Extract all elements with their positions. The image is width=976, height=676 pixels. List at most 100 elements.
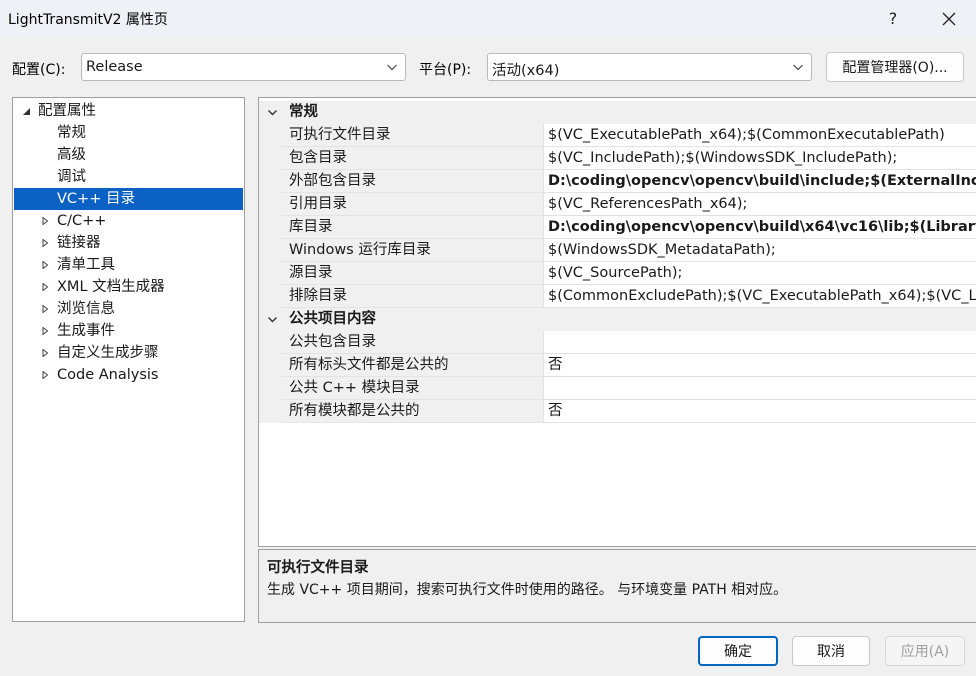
- property-name: 所有模块都是公共的: [281, 400, 543, 423]
- expand-arrow-icon[interactable]: [39, 254, 51, 276]
- tree-item-label: 清单工具: [57, 257, 115, 273]
- property-row[interactable]: 包含目录 $(VC_IncludePath);$(WindowsSDK_Inclu…: [259, 147, 976, 170]
- cancel-button[interactable]: 取消: [792, 636, 870, 666]
- expand-arrow-icon[interactable]: [39, 232, 51, 254]
- property-value[interactable]: $(CommonExcludePath);$(VC_ExecutablePath…: [543, 285, 976, 308]
- property-row[interactable]: 外部包含目录 D:\coding\opencv\opencv\build\incl…: [259, 170, 976, 193]
- row-gutter: [259, 124, 281, 147]
- apply-button[interactable]: 应用(A): [885, 636, 965, 666]
- title-bar: LightTransmitV2 属性页 ?: [0, 0, 976, 37]
- property-value[interactable]: 否: [543, 400, 976, 423]
- row-gutter: [259, 262, 281, 285]
- property-name: 引用目录: [281, 193, 543, 216]
- property-value[interactable]: $(WindowsSDK_MetadataPath);: [543, 239, 976, 262]
- tree-item-label: Code Analysis: [57, 367, 159, 383]
- expand-arrow-icon[interactable]: [39, 342, 51, 364]
- platform-label: 平台(P):: [419, 62, 472, 78]
- category-row[interactable]: 公共项目内容: [259, 308, 976, 331]
- description-title: 可执行文件目录: [267, 560, 369, 576]
- property-name: 公共 C++ 模块目录: [281, 377, 543, 400]
- collapse-chevron-icon[interactable]: [265, 308, 279, 331]
- tree-item-label: 调试: [57, 169, 86, 185]
- close-button[interactable]: [926, 0, 972, 37]
- property-row[interactable]: 所有标头文件都是公共的否: [259, 354, 976, 377]
- expand-arrow-icon[interactable]: [39, 210, 51, 232]
- row-gutter: [259, 400, 281, 423]
- property-row[interactable]: 所有模块都是公共的否: [259, 400, 976, 423]
- property-row[interactable]: 可执行文件目录 $(VC_ExecutablePath_x64);$(Common…: [259, 124, 976, 147]
- category-title: 常规: [289, 104, 318, 120]
- row-gutter: [259, 377, 281, 400]
- property-value[interactable]: D:\coding\opencv\opencv\build\include;$(…: [543, 170, 976, 193]
- property-value[interactable]: [543, 377, 976, 400]
- property-value[interactable]: $(VC_ReferencesPath_x64);: [543, 193, 976, 216]
- property-value[interactable]: $(VC_SourcePath);: [543, 262, 976, 285]
- tree-item[interactable]: 高级: [14, 144, 243, 166]
- tree-item-label: 自定义生成步骤: [57, 345, 159, 361]
- tree-item[interactable]: C/C++: [14, 210, 243, 232]
- property-name: 源目录: [281, 262, 543, 285]
- tree-item[interactable]: 生成事件: [14, 320, 243, 342]
- property-row[interactable]: 源目录 $(VC_SourcePath);: [259, 262, 976, 285]
- property-value[interactable]: 否: [543, 354, 976, 377]
- property-row[interactable]: 引用目录 $(VC_ReferencesPath_x64);: [259, 193, 976, 216]
- tree-item-label: 生成事件: [57, 323, 115, 339]
- row-gutter: [259, 170, 281, 193]
- property-row[interactable]: 公共 C++ 模块目录: [259, 377, 976, 400]
- expand-arrow-icon[interactable]: [39, 320, 51, 342]
- tree-root[interactable]: 配置属性: [14, 100, 243, 122]
- expanded-arrow-icon[interactable]: [20, 100, 32, 122]
- row-gutter: [259, 285, 281, 308]
- platform-value: 活动(x64): [492, 63, 560, 79]
- tree-item[interactable]: Code Analysis: [14, 364, 243, 386]
- tree-item[interactable]: 常规: [14, 122, 243, 144]
- property-name: 可执行文件目录: [281, 124, 543, 147]
- property-row[interactable]: 公共包含目录: [259, 331, 976, 354]
- property-row[interactable]: 排除目录 $(CommonExcludePath);$(VC_Executable…: [259, 285, 976, 308]
- property-value[interactable]: $(VC_IncludePath);$(WindowsSDK_IncludePa…: [543, 147, 976, 170]
- property-name: 外部包含目录: [281, 170, 543, 193]
- tree-item[interactable]: 自定义生成步骤: [14, 342, 243, 364]
- property-value[interactable]: D:\coding\opencv\opencv\build\x64\vc16\l…: [543, 216, 976, 239]
- help-button[interactable]: ?: [870, 0, 916, 37]
- tree-item-label: 链接器: [57, 235, 101, 251]
- collapse-chevron-icon[interactable]: [265, 101, 279, 124]
- tree-item-label: VC++ 目录: [57, 191, 135, 207]
- property-value[interactable]: $(VC_ExecutablePath_x64);$(CommonExecuta…: [543, 124, 976, 147]
- tree-item[interactable]: XML 文档生成器: [14, 276, 243, 298]
- chevron-down-icon: [387, 64, 397, 71]
- expand-arrow-icon[interactable]: [39, 364, 51, 386]
- config-dropdown[interactable]: Release: [81, 53, 406, 81]
- property-value[interactable]: [543, 331, 976, 354]
- tree-item[interactable]: 清单工具: [14, 254, 243, 276]
- config-value: Release: [86, 59, 143, 75]
- config-manager-button[interactable]: 配置管理器(O)...: [826, 52, 964, 82]
- tree-item-label: 高级: [57, 147, 86, 163]
- property-name: 排除目录: [281, 285, 543, 308]
- tree-item[interactable]: VC++ 目录: [14, 188, 243, 210]
- tree-item[interactable]: 调试: [14, 166, 243, 188]
- category-row[interactable]: 常规: [259, 101, 976, 124]
- tree-item-label: XML 文档生成器: [57, 279, 165, 295]
- property-row[interactable]: Windows 运行库目录 $(WindowsSDK_MetadataPath);: [259, 239, 976, 262]
- chevron-down-icon: [793, 64, 803, 71]
- tree-item[interactable]: 链接器: [14, 232, 243, 254]
- row-gutter: [259, 193, 281, 216]
- tree-item-label: C/C++: [57, 213, 107, 229]
- close-icon: [942, 12, 956, 25]
- ok-button[interactable]: 确定: [698, 636, 778, 666]
- category-title: 公共项目内容: [289, 311, 376, 327]
- property-tree: 配置属性 常规高级调试 VC++ 目录 C/C++ 链接器清单工具 XML 文档生成器浏…: [12, 97, 245, 622]
- expand-arrow-icon[interactable]: [39, 298, 51, 320]
- row-gutter: [259, 216, 281, 239]
- property-name: 公共包含目录: [281, 331, 543, 354]
- property-row[interactable]: 库目录 D:\coding\opencv\opencv\build\x64\vc1…: [259, 216, 976, 239]
- platform-dropdown[interactable]: 活动(x64): [487, 53, 812, 81]
- tree-item[interactable]: 浏览信息: [14, 298, 243, 320]
- row-gutter: [259, 331, 281, 354]
- description-panel: 可执行文件目录 生成 VC++ 项目期间，搜索可执行文件时使用的路径。 与环境变…: [258, 549, 976, 623]
- property-name: 所有标头文件都是公共的: [281, 354, 543, 377]
- row-gutter: [259, 239, 281, 262]
- expand-arrow-icon[interactable]: [39, 276, 51, 298]
- tree-item-label: 浏览信息: [57, 301, 115, 317]
